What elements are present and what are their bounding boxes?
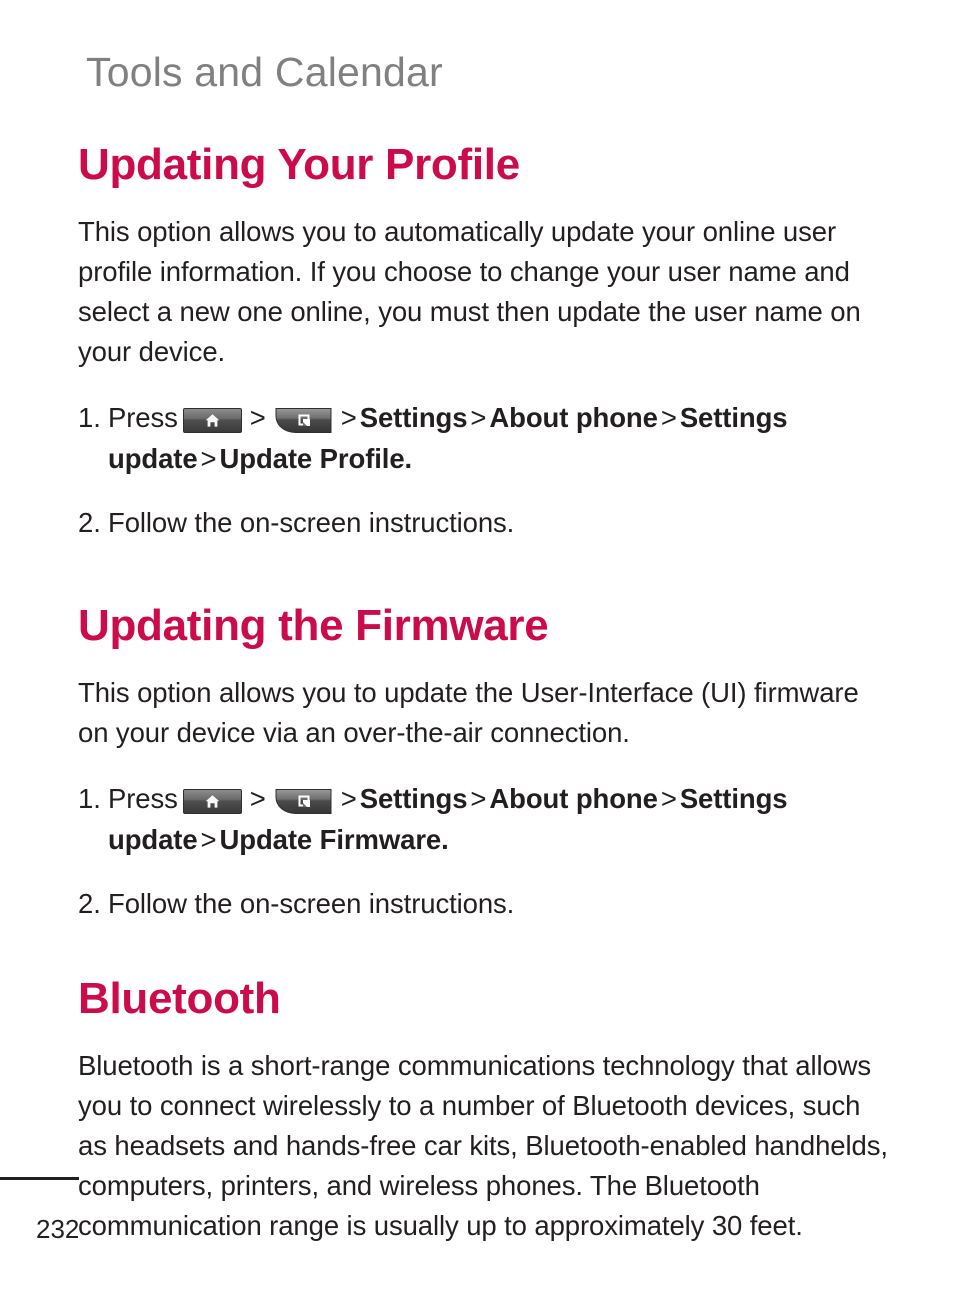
step-path-update-profile: Update Profile <box>219 443 405 474</box>
step-separator: > <box>470 402 487 433</box>
footer-rule <box>0 1177 79 1180</box>
steps-list-updating-the-firmware: 1. Press > > Settings > About phone > Se… <box>78 778 896 924</box>
step-path-settings-update-b: update <box>108 824 198 855</box>
step-number: 2. <box>78 507 101 538</box>
steps-list-updating-your-profile: 1. Press > > Settings > About phone > Se… <box>78 397 896 543</box>
page-number: 232 <box>36 1214 80 1244</box>
section-paragraph-updating-your-profile: This option allows you to automatically … <box>78 216 861 367</box>
step-lead-text: Press <box>108 402 178 433</box>
step-separator: > <box>660 783 677 814</box>
step-item: 2. Follow the on-screen instructions. <box>78 883 896 924</box>
step-item: 2. Follow the on-screen instructions. <box>78 502 896 543</box>
step-path-update-firmware: Update Firmware <box>219 824 442 855</box>
step-trailing-period: . <box>404 443 413 474</box>
step-separator: > <box>340 402 357 433</box>
running-header: Tools and Calendar <box>86 49 443 95</box>
step-number: 1. <box>78 783 101 814</box>
step-path-settings-update-b: update <box>108 443 198 474</box>
home-key-icon <box>182 408 242 433</box>
step-path-settings-update-a: Settings <box>679 402 788 433</box>
step-separator: > <box>660 402 677 433</box>
step-separator: > <box>200 443 217 474</box>
step-separator: > <box>200 824 217 855</box>
step-item: 1. Press > > Settings > About phone > Se… <box>78 778 896 860</box>
step-separator: > <box>470 783 487 814</box>
section-heading-updating-the-firmware: Updating the Firmware <box>78 601 549 650</box>
step-path-settings-update-a: Settings <box>679 783 788 814</box>
step-separator: > <box>249 783 266 814</box>
step-path-about-phone: About phone <box>489 402 658 433</box>
document-page: Tools and Calendar Updating Your Profile… <box>0 0 954 1291</box>
step-separator: > <box>340 783 357 814</box>
menu-key-icon <box>274 789 333 814</box>
step-lead-text: Press <box>108 783 178 814</box>
section-heading-bluetooth: Bluetooth <box>78 974 281 1023</box>
step-path-settings: Settings <box>359 783 468 814</box>
section-paragraph-bluetooth: Bluetooth is a short-range communication… <box>78 1050 888 1241</box>
page-content: Updating Your Profile This option allows… <box>78 140 896 1246</box>
menu-key-icon <box>274 408 333 433</box>
step-number: 1. <box>78 402 101 433</box>
step-path-about-phone: About phone <box>489 783 658 814</box>
step-number: 2. <box>78 888 101 919</box>
step-trailing-period: . <box>441 824 449 855</box>
section-paragraph-updating-the-firmware: This option allows you to update the Use… <box>78 677 859 748</box>
step-path-settings: Settings <box>359 402 468 433</box>
step-text: Follow the on-screen instructions. <box>108 507 515 538</box>
home-key-icon <box>182 789 242 814</box>
step-text: Follow the on-screen instructions. <box>108 888 515 919</box>
section-heading-updating-your-profile: Updating Your Profile <box>78 140 520 189</box>
step-item: 1. Press > > Settings > About phone > Se… <box>78 397 896 479</box>
step-separator: > <box>249 402 266 433</box>
